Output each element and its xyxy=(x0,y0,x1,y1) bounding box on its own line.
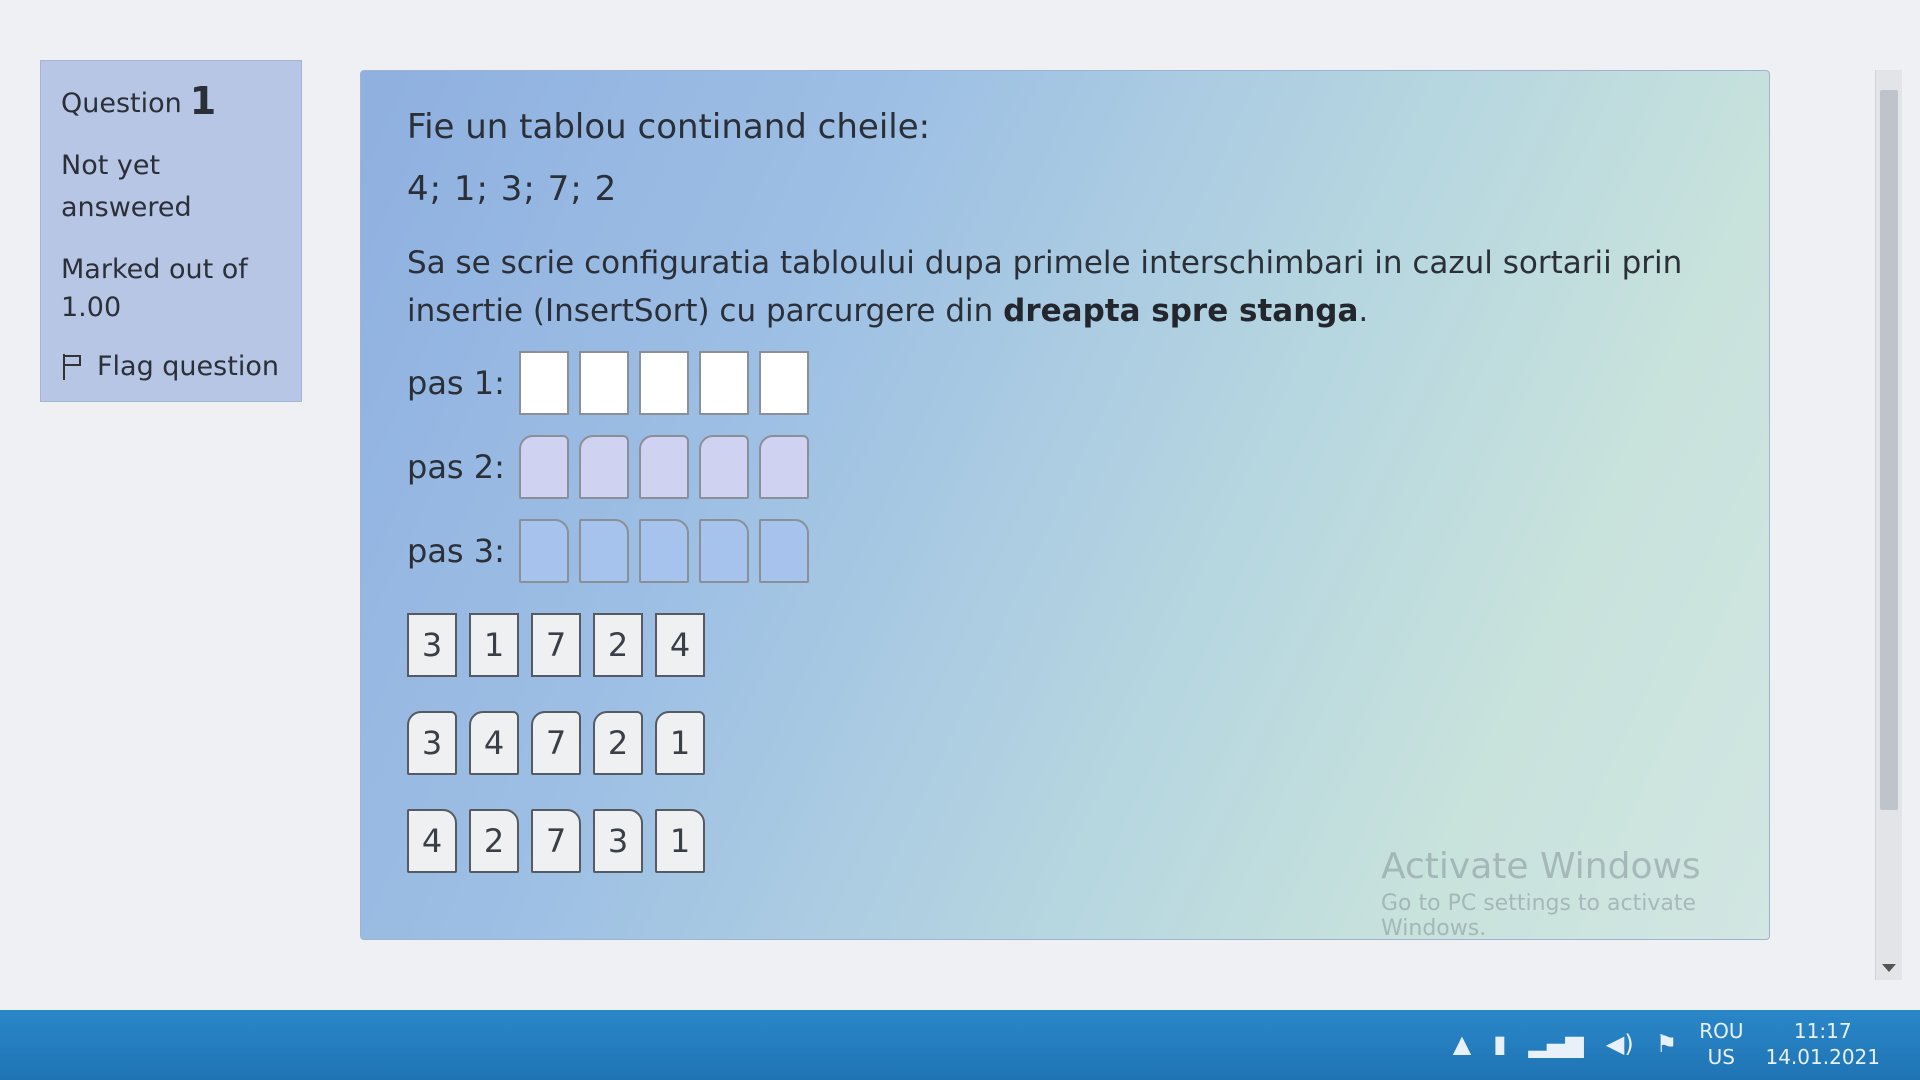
flag-question-label: Flag question xyxy=(97,351,279,382)
input-language[interactable]: ROU US xyxy=(1699,1018,1743,1070)
drag-tile[interactable]: 4 xyxy=(407,809,457,873)
drag-tile[interactable]: 3 xyxy=(407,613,457,677)
question-number: 1 xyxy=(189,79,217,123)
clock[interactable]: 11:17 14.01.2021 xyxy=(1765,1018,1880,1070)
question-panel: Fie un tablou continand cheile: 4; 1; 3;… xyxy=(360,70,1770,941)
flag-icon xyxy=(61,353,85,380)
show-hidden-icons-icon[interactable]: ▲ xyxy=(1453,1030,1471,1058)
drag-tile[interactable]: 4 xyxy=(469,711,519,775)
drag-tile[interactable]: 2 xyxy=(469,809,519,873)
clock-time: 11:17 xyxy=(1793,1019,1852,1043)
drop-slot[interactable] xyxy=(759,435,809,499)
question-keys: 4; 1; 3; 7; 2 xyxy=(407,169,618,209)
drop-slot[interactable] xyxy=(579,519,629,583)
drag-tile[interactable]: 1 xyxy=(655,809,705,873)
drag-tile[interactable]: 3 xyxy=(407,711,457,775)
drop-slot[interactable] xyxy=(699,351,749,415)
drop-slot[interactable] xyxy=(699,519,749,583)
system-tray: ▲ ▮ ▂▄▆ ◀) ⚑ ROU US 11:17 14.01.2021 xyxy=(1453,1018,1880,1070)
drop-slot[interactable] xyxy=(519,519,569,583)
step-row-2: pas 2: xyxy=(407,429,1723,505)
choice-group-2: 3 4 7 2 1 xyxy=(407,701,1723,785)
drag-tile[interactable]: 2 xyxy=(593,613,643,677)
question-status: Not yet answered xyxy=(61,150,192,223)
question-number-line: Question 1 xyxy=(61,79,281,123)
taskbar: ▲ ▮ ▂▄▆ ◀) ⚑ ROU US 11:17 14.01.2021 xyxy=(0,1010,1920,1080)
volume-icon[interactable]: ◀) xyxy=(1606,1030,1634,1058)
drop-slot[interactable] xyxy=(519,351,569,415)
drop-slot[interactable] xyxy=(519,435,569,499)
drag-tile[interactable]: 1 xyxy=(469,613,519,677)
keyboard-layout: US xyxy=(1707,1045,1736,1069)
drop-slot[interactable] xyxy=(699,435,749,499)
step-label: pas 2: xyxy=(407,448,505,486)
drop-slot[interactable] xyxy=(639,351,689,415)
language-code: ROU xyxy=(1699,1019,1744,1043)
drop-slot[interactable] xyxy=(759,519,809,583)
battery-icon[interactable]: ▮ xyxy=(1493,1030,1506,1058)
watermark-subtitle: Go to PC settings to activate Windows. xyxy=(1381,891,1696,941)
question-info-box: Question 1 Not yet answered Marked out of… xyxy=(40,60,302,402)
drop-slot[interactable] xyxy=(579,351,629,415)
drop-slot[interactable] xyxy=(759,351,809,415)
drag-tile[interactable]: 2 xyxy=(593,711,643,775)
action-center-flag-icon[interactable]: ⚑ xyxy=(1656,1030,1678,1058)
step-row-1: pas 1: xyxy=(407,345,1723,421)
drop-slot[interactable] xyxy=(579,435,629,499)
scroll-down-arrow-icon[interactable] xyxy=(1882,964,1896,972)
clock-date: 14.01.2021 xyxy=(1765,1045,1880,1069)
vertical-scrollbar[interactable] xyxy=(1875,70,1902,980)
question-marks: Marked out of 1.00 xyxy=(61,254,248,323)
drag-tile[interactable]: 1 xyxy=(655,711,705,775)
quiz-page: Question 1 Not yet answered Marked out of… xyxy=(0,0,1920,1010)
question-instruction: Sa se scrie configuratia tabloului dupa … xyxy=(407,239,1717,335)
drag-tile[interactable]: 7 xyxy=(531,809,581,873)
step-label: pas 1: xyxy=(407,364,505,402)
step-row-3: pas 3: xyxy=(407,513,1723,589)
signal-icon[interactable]: ▂▄▆ xyxy=(1528,1030,1583,1058)
drag-tile[interactable]: 3 xyxy=(593,809,643,873)
question-label: Question xyxy=(61,88,182,119)
step-label: pas 3: xyxy=(407,532,505,570)
flag-question-link[interactable]: Flag question xyxy=(61,351,281,382)
drag-tile[interactable]: 7 xyxy=(531,613,581,677)
drop-slot[interactable] xyxy=(639,435,689,499)
choice-group-1: 3 1 7 2 4 xyxy=(407,603,1723,687)
drag-tile[interactable]: 7 xyxy=(531,711,581,775)
drag-tile[interactable]: 4 xyxy=(655,613,705,677)
activate-windows-watermark: Activate Windows Go to PC settings to ac… xyxy=(1381,846,1769,941)
instruction-emphasis: dreapta spre stanga xyxy=(1003,293,1359,329)
instruction-end: . xyxy=(1358,293,1369,329)
question-intro: Fie un tablou continand cheile: xyxy=(407,107,931,147)
scrollbar-thumb[interactable] xyxy=(1880,90,1898,810)
watermark-title: Activate Windows xyxy=(1381,846,1701,887)
drop-slot[interactable] xyxy=(639,519,689,583)
